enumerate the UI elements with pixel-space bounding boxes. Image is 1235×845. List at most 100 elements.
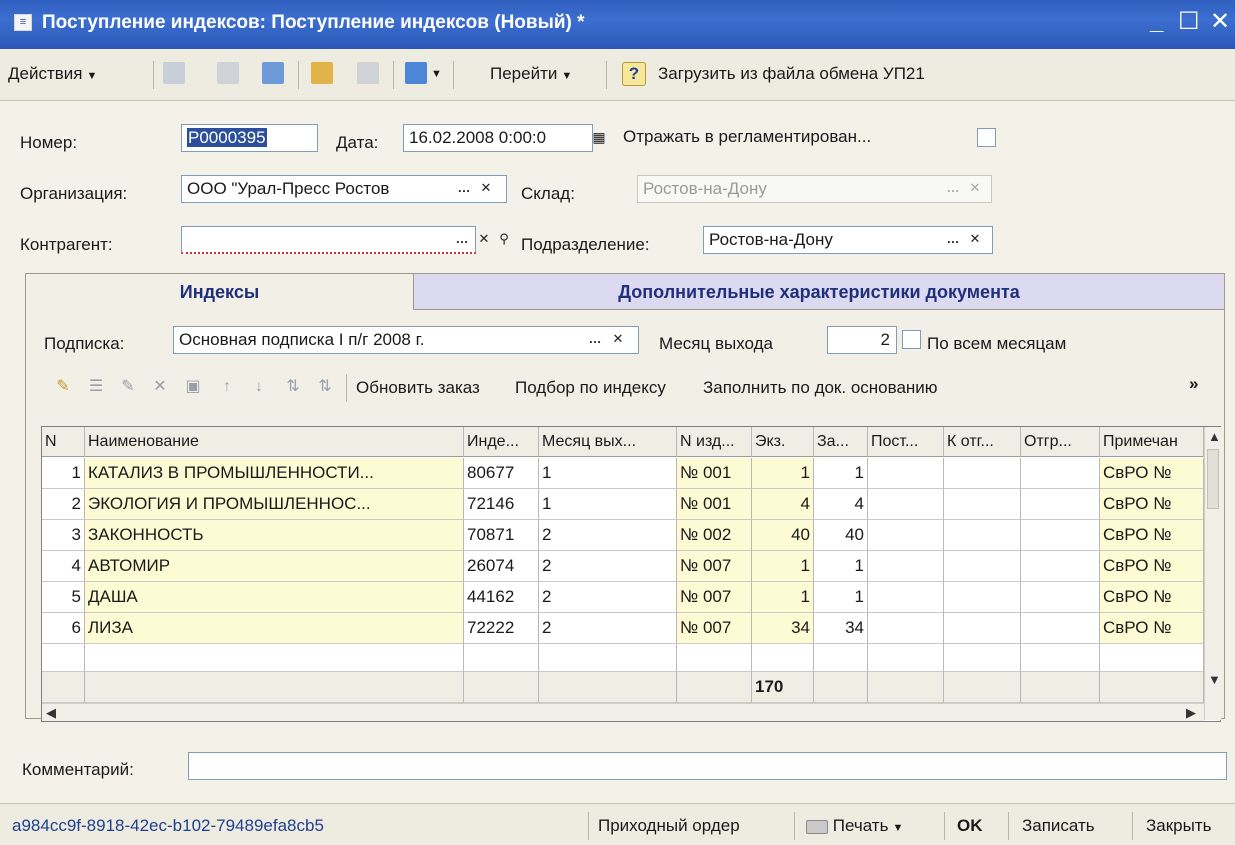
cell-note[interactable]: СвРО №	[1100, 551, 1204, 582]
close-button[interactable]: Закрыть	[1146, 814, 1211, 838]
cell-shipped[interactable]	[1021, 613, 1100, 644]
post-document-icon[interactable]	[311, 62, 333, 84]
calendar-icon[interactable]: ▦	[590, 126, 608, 150]
ok-button[interactable]: OK	[957, 814, 983, 838]
sort-desc-icon[interactable]: ⇅	[316, 377, 334, 397]
add-row-icon[interactable]: ✎	[54, 377, 72, 397]
counterparty-clear-icon[interactable]: ✕	[475, 228, 493, 252]
scroll-up-icon[interactable]: ▲	[1208, 429, 1221, 444]
cell-copies[interactable]: 40	[752, 520, 814, 551]
cell-note[interactable]: СвРО №	[1100, 489, 1204, 520]
unpost-document-icon[interactable]	[357, 62, 379, 84]
cell-issue-number[interactable]: № 002	[677, 520, 752, 551]
subscription-select-button[interactable]: …	[586, 328, 604, 352]
organization-clear-icon[interactable]: ✕	[477, 177, 495, 201]
cell-shipped[interactable]	[1021, 551, 1100, 582]
cell-release-month[interactable]: 2	[539, 520, 677, 551]
cell-release-month[interactable]: 2	[539, 582, 677, 613]
column-header-note[interactable]: Примечан	[1100, 427, 1204, 457]
table-row[interactable]: 2 ЭКОЛОГИЯ И ПРОМЫШЛЕННОС... 72146 1 № 0…	[42, 489, 1204, 520]
cell-ordered[interactable]: 1	[814, 582, 868, 613]
sort-asc-icon[interactable]: ⇅	[284, 377, 302, 397]
minimize-button[interactable]: _	[1150, 8, 1163, 36]
cell-index[interactable]: 26074	[464, 551, 539, 582]
cell-shipped[interactable]	[1021, 582, 1100, 613]
delete-row-icon[interactable]: ✕	[151, 377, 169, 397]
actions-menu[interactable]: Действия ▼	[8, 61, 97, 87]
cell-to-ship[interactable]	[944, 582, 1021, 613]
cell-issue-number[interactable]: № 001	[677, 489, 752, 520]
column-header-to-ship[interactable]: К отг...	[944, 427, 1021, 457]
table-row[interactable]: 1 КАТАЛИЗ В ПРОМЫШЛЕННОСТИ... 80677 1 № …	[42, 458, 1204, 489]
table-row[interactable]: 6 ЛИЗА 72222 2 № 007 34 34 СвРО №	[42, 613, 1204, 644]
move-up-icon[interactable]: ↑	[218, 377, 236, 397]
title-bar[interactable]: ≡ Поступление индексов: Поступление инде…	[0, 0, 1235, 49]
column-header-name[interactable]: Наименование	[85, 427, 464, 457]
table-row[interactable]: 3 ЗАКОННОСТЬ 70871 2 № 002 40 40 СвРО №	[42, 520, 1204, 551]
cell-to-ship[interactable]	[944, 613, 1021, 644]
column-header-index[interactable]: Инде...	[464, 427, 539, 457]
cell-release-month[interactable]: 1	[539, 458, 677, 489]
cell-received[interactable]	[868, 582, 944, 613]
column-header-shipped[interactable]: Отгр...	[1021, 427, 1100, 457]
column-header-n[interactable]: N	[42, 427, 85, 457]
cell-name[interactable]: ЭКОЛОГИЯ И ПРОМЫШЛЕННОС...	[85, 489, 464, 520]
cell-issue-number[interactable]: № 001	[677, 458, 752, 489]
cell-received[interactable]	[868, 520, 944, 551]
column-header-release-month[interactable]: Месяц вых...	[539, 427, 677, 457]
receipt-order-button[interactable]: Приходный ордер	[598, 814, 740, 838]
reflect-regulated-checkbox[interactable]	[977, 128, 996, 147]
cell-note[interactable]: СвРО №	[1100, 582, 1204, 613]
close-window-button[interactable]: ✕	[1210, 8, 1230, 36]
scroll-left-icon[interactable]: ◀	[46, 705, 56, 721]
table-row[interactable]: 4 АВТОМИР 26074 2 № 007 1 1 СвРО №	[42, 551, 1204, 582]
cell-note[interactable]: СвРО №	[1100, 613, 1204, 644]
load-exchange-file-button[interactable]: Загрузить из файла обмена УП21	[658, 61, 925, 87]
structure-caret-icon[interactable]: ▼	[431, 61, 442, 87]
cell-copies[interactable]: 34	[752, 613, 814, 644]
select-by-index-button[interactable]: Подбор по индексу	[515, 375, 666, 401]
cell-to-ship[interactable]	[944, 520, 1021, 551]
cell-received[interactable]	[868, 489, 944, 520]
cell-ordered[interactable]: 1	[814, 458, 868, 489]
cell-name[interactable]: АВТОМИР	[85, 551, 464, 582]
end-edit-icon[interactable]: ▣	[184, 377, 202, 397]
cell-ordered[interactable]: 40	[814, 520, 868, 551]
cell-release-month[interactable]: 2	[539, 613, 677, 644]
cell-received[interactable]	[868, 613, 944, 644]
edit-row-icon[interactable]: ✎	[119, 377, 137, 397]
cell-ordered[interactable]: 1	[814, 551, 868, 582]
organization-select-button[interactable]: …	[455, 177, 473, 201]
cell-to-ship[interactable]	[944, 458, 1021, 489]
date-field[interactable]: 16.02.2008 0:00:0	[403, 124, 593, 152]
counterparty-select-button[interactable]: …	[453, 228, 471, 252]
horizontal-scrollbar[interactable]: ◀ ▶	[42, 703, 1204, 721]
counterparty-field[interactable]	[181, 226, 476, 254]
release-month-field[interactable]: 2	[827, 326, 897, 354]
cell-ordered[interactable]: 4	[814, 489, 868, 520]
column-header-received[interactable]: Пост...	[868, 427, 944, 457]
cell-shipped[interactable]	[1021, 458, 1100, 489]
cell-ordered[interactable]: 34	[814, 613, 868, 644]
tab-additional-characteristics[interactable]: Дополнительные характеристики документа	[414, 274, 1224, 310]
print-menu[interactable]: Печать ▼	[806, 814, 903, 838]
tab-indexes[interactable]: Индексы	[26, 274, 414, 310]
number-field[interactable]: Р0000395	[181, 124, 318, 152]
maximize-button[interactable]: ☐	[1178, 8, 1200, 36]
subscription-clear-icon[interactable]: ✕	[609, 328, 627, 352]
copy-row-icon[interactable]: ☰	[87, 377, 105, 397]
subscription-field[interactable]: Основная подписка I п/г 2008 г.	[173, 326, 639, 354]
cell-shipped[interactable]	[1021, 489, 1100, 520]
cell-release-month[interactable]: 1	[539, 489, 677, 520]
comment-field[interactable]	[188, 752, 1227, 780]
all-months-checkbox[interactable]	[902, 330, 921, 349]
cell-to-ship[interactable]	[944, 551, 1021, 582]
cell-name[interactable]: ЛИЗА	[85, 613, 464, 644]
cell-index[interactable]: 70871	[464, 520, 539, 551]
cell-index[interactable]: 44162	[464, 582, 539, 613]
vertical-scroll-thumb[interactable]	[1207, 449, 1219, 509]
cell-issue-number[interactable]: № 007	[677, 613, 752, 644]
goto-menu[interactable]: Перейти ▼	[490, 61, 572, 87]
cell-issue-number[interactable]: № 007	[677, 582, 752, 613]
division-select-button[interactable]: …	[944, 228, 962, 252]
